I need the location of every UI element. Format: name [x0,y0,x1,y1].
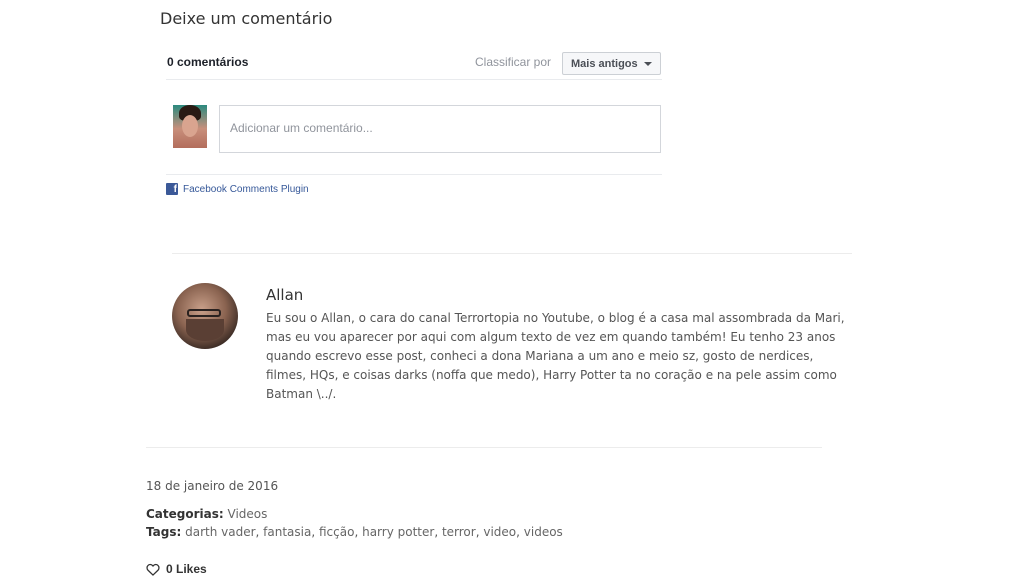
author-bio: Eu sou o Allan, o cara do canal Terrorto… [266,311,845,401]
category-link[interactable]: Videos [228,507,268,521]
post-categories: Categorias: Videos [146,507,267,521]
tags-list: darth vader, fantasia, ficção, harry pot… [185,525,563,539]
tag-link[interactable]: video [483,525,516,539]
sort-dropdown[interactable]: Mais antigos [562,52,661,75]
facebook-plugin-label: Facebook Comments Plugin [183,183,309,195]
tag-link[interactable]: fantasia [263,525,311,539]
sort-selected-value: Mais antigos [571,57,638,70]
meta-divider [146,447,822,448]
likes-button[interactable]: 0 Likes [146,562,207,576]
tag-link[interactable]: terror [442,525,476,539]
author-avatar [172,283,238,349]
categories-list: Videos [228,507,268,521]
tag-link[interactable]: darth vader [185,525,255,539]
current-user-avatar [173,105,207,148]
chevron-down-icon [643,61,652,66]
likes-count: 0 Likes [166,562,207,576]
tag-link[interactable]: ficção [319,525,354,539]
comments-divider [166,174,662,175]
facebook-plugin-link[interactable]: f Facebook Comments Plugin [166,183,309,195]
author-name: Allan [266,286,304,304]
comment-count: 0 comentários [167,55,249,69]
categories-label: Categorias: [146,507,224,521]
post-date: 18 de janeiro de 2016 [146,479,279,493]
tag-link[interactable]: harry potter [362,525,434,539]
section-divider [172,253,852,254]
heart-icon [146,563,160,576]
post-tags: Tags: darth vader, fantasia, ficção, har… [146,525,563,539]
comments-header: 0 comentários Classificar por Mais antig… [166,48,662,80]
comment-input[interactable]: Adicionar um comentário... [219,105,661,153]
tags-label: Tags: [146,525,182,539]
comments-section-title: Deixe um comentário [160,9,333,28]
facebook-icon: f [166,183,178,195]
sort-label: Classificar por [475,55,552,69]
tag-link[interactable]: videos [524,525,563,539]
facebook-comments-widget: 0 comentários Classificar por Mais antig… [166,48,662,195]
